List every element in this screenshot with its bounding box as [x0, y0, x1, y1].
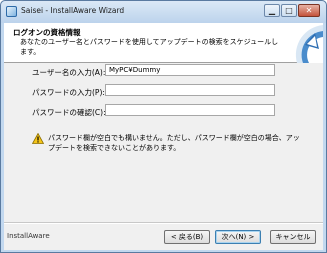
password-label: パスワードの入力(P): [32, 88, 105, 97]
username-input[interactable] [105, 64, 275, 76]
cancel-button[interactable]: キャンセル [270, 230, 316, 244]
warning-icon [31, 132, 45, 144]
maximize-icon: □ [285, 6, 293, 15]
dialog-body: ログオンの資格情報 あなたのユーザー名とパスワードを使用してアップデートの検索を… [4, 23, 323, 250]
next-button[interactable]: 次へ(N) > [215, 230, 261, 244]
installer-window: Saisei - InstallAware Wizard ▁ □ ✕ ログオンの… [0, 0, 327, 253]
maximize-button[interactable]: □ [281, 4, 297, 17]
password-input[interactable] [105, 84, 275, 96]
page-description: あなたのユーザー名とパスワードを使用してアップデートの検索をスケジュールします。 [20, 38, 279, 56]
back-button[interactable]: < 戻る(B) [164, 230, 210, 244]
close-button[interactable]: ✕ [298, 4, 320, 17]
confirm-password-input[interactable] [105, 104, 275, 116]
update-arrow-icon [283, 23, 323, 63]
footer-divider [4, 222, 323, 224]
window-controls: ▁ □ ✕ [263, 4, 320, 17]
wizard-header: ログオンの資格情報 あなたのユーザー名とパスワードを使用してアップデートの検索を… [4, 23, 323, 63]
minimize-button[interactable]: ▁ [264, 4, 280, 17]
app-icon [6, 6, 17, 17]
title-bar[interactable]: Saisei - InstallAware Wizard ▁ □ ✕ [1, 1, 326, 23]
brand-label: InstallAware [7, 232, 50, 240]
username-label: ユーザー名の入力(A): [32, 68, 106, 77]
close-icon: ✕ [305, 6, 313, 15]
window-title: Saisei - InstallAware Wizard [21, 6, 125, 15]
minimize-icon: ▁ [268, 6, 276, 15]
warning-text: パスワード欄が空白でも構いません。ただし、パスワード欄が空白の場合、アップデート… [48, 134, 300, 152]
confirm-password-label: パスワードの確認(C): [32, 108, 106, 117]
